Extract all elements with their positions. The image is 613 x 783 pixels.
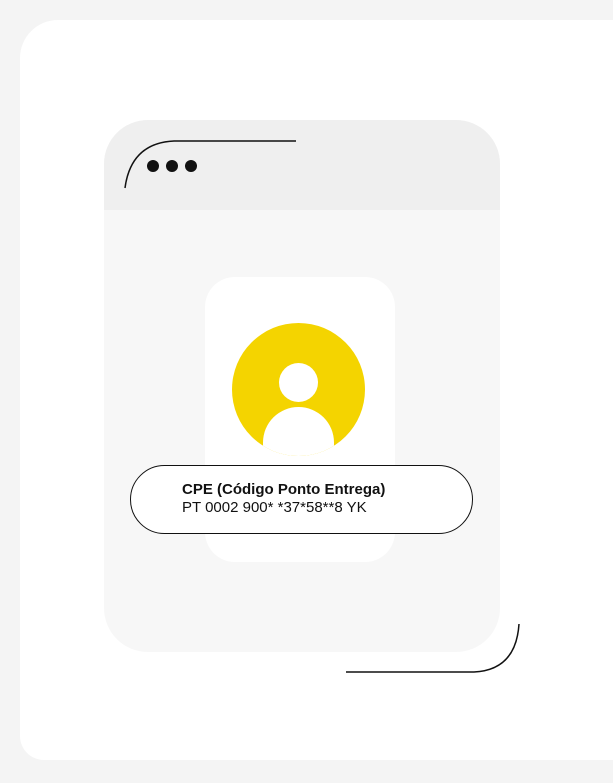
cpe-info-pill: CPE (Código Ponto Entrega) PT 0002 900* … <box>130 465 473 534</box>
dot-icon <box>147 160 159 172</box>
window-titlebar <box>104 120 500 210</box>
cpe-value: PT 0002 900* *37*58**8 YK <box>182 499 367 516</box>
dot-icon <box>166 160 178 172</box>
avatar-body <box>263 407 334 456</box>
ellipsis-icon <box>147 160 197 172</box>
cpe-title: CPE (Código Ponto Entrega) <box>182 481 386 498</box>
user-avatar-icon <box>232 323 365 456</box>
avatar-head <box>279 363 318 402</box>
dot-icon <box>185 160 197 172</box>
